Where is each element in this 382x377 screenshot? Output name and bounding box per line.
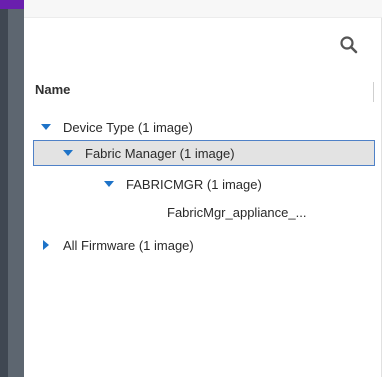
tree-node-fabric-manager[interactable]: Fabric Manager (1 image)	[33, 140, 375, 166]
rail-accent	[0, 0, 24, 9]
caret-down-icon[interactable]	[60, 145, 76, 161]
tree-node-label: FabricMgr_appliance_...	[167, 204, 307, 220]
tree-node-device-type[interactable]: Device Type (1 image)	[38, 114, 368, 140]
left-nav-rail	[0, 0, 24, 377]
tree-node-label: All Firmware (1 image)	[63, 237, 194, 253]
tree-node-label: Fabric Manager (1 image)	[85, 145, 235, 161]
column-resize-handle[interactable]	[373, 82, 374, 102]
search-button[interactable]	[336, 32, 362, 58]
search-icon	[340, 36, 358, 54]
column-header-name[interactable]: Name	[24, 76, 374, 102]
rail-inner	[8, 9, 24, 377]
top-strip	[24, 0, 382, 18]
caret-down-icon[interactable]	[38, 119, 54, 135]
tree-node-all-firmware[interactable]: All Firmware (1 image)	[38, 232, 368, 258]
column-header-label: Name	[35, 81, 71, 97]
tree-node-firmware-image[interactable]: FabricMgr_appliance_...	[167, 199, 372, 225]
tree-node-fabricmgr[interactable]: FABRICMGR (1 image)	[101, 171, 371, 197]
firmware-panel-window: Name Device Type (1 image) Fabric Manage…	[0, 0, 382, 377]
image-tree-panel: Name Device Type (1 image) Fabric Manage…	[24, 18, 382, 377]
tree-node-label: Device Type (1 image)	[63, 119, 193, 135]
caret-down-icon[interactable]	[101, 176, 117, 192]
tree-node-label: FABRICMGR (1 image)	[126, 176, 262, 192]
caret-right-icon[interactable]	[38, 237, 54, 253]
